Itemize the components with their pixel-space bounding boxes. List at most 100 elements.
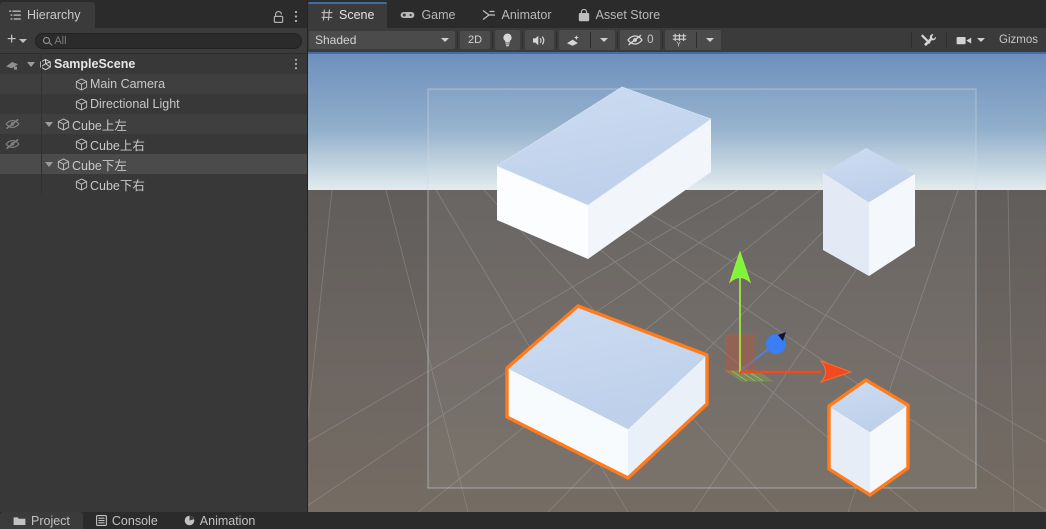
hierarchy-tree[interactable]: SampleScene Main Camera Directional Light C…: [0, 54, 307, 529]
hierarchy-item-label: Cube下右: [90, 178, 145, 193]
scene-render: [308, 54, 1046, 512]
tab-animator[interactable]: Animator: [469, 2, 565, 28]
tools-icon: [921, 33, 937, 48]
toggle-2d-button[interactable]: 2D: [460, 31, 491, 49]
scene-viewport[interactable]: [308, 54, 1046, 512]
draw-mode-dropdown[interactable]: Shaded: [309, 31, 455, 49]
cube-lower-right-box: [827, 378, 910, 497]
audio-toggle-button[interactable]: [525, 30, 555, 50]
hierarchy-row-5[interactable]: Cube下左: [0, 154, 307, 174]
dock-tab-label: Project: [31, 513, 70, 528]
lightbulb-icon: [502, 33, 513, 47]
scene-toolbar-spacer: [721, 31, 910, 49]
search-placeholder: All: [54, 34, 67, 47]
create-object-button[interactable]: +: [5, 31, 17, 50]
tab-scene[interactable]: Scene: [308, 2, 388, 28]
hidden-objects-button[interactable]: 0: [620, 30, 661, 50]
visibility-gutter: [0, 74, 24, 94]
visibility-gutter: [0, 174, 24, 194]
hierarchy-gutter-divider: [41, 154, 42, 174]
dock-tab-console[interactable]: Console: [83, 512, 171, 529]
chevron-down-icon: [600, 38, 609, 42]
hierarchy-row-0[interactable]: SampleScene: [0, 54, 307, 74]
hierarchy-gutter-divider: [41, 94, 42, 114]
scene-visibility-icon: [0, 54, 24, 74]
toolbar-divider: [590, 32, 592, 48]
animator-icon: [482, 9, 496, 21]
expand-arrow-icon[interactable]: [24, 61, 37, 67]
toolbar-divider: [662, 32, 664, 48]
gameobject-cube-icon: [73, 177, 90, 191]
hierarchy-gutter-divider: [41, 74, 42, 94]
scene-panel: Scene Game Animator Asset Store Shaded 2D: [308, 0, 1046, 529]
svg-text:Y: Y: [677, 42, 682, 47]
toolbar-divider: [457, 32, 458, 48]
effects-toggle-button[interactable]: [559, 30, 588, 50]
hierarchy-row-3[interactable]: Cube上左: [0, 114, 307, 134]
gameobject-cube-icon: [55, 117, 72, 131]
scene-camera-icon: [956, 35, 972, 46]
lighting-toggle-button[interactable]: [495, 30, 521, 50]
effects-dropdown-button[interactable]: [593, 30, 615, 50]
scene-grid-icon: [321, 9, 333, 21]
search-input[interactable]: All: [35, 32, 302, 49]
toolbar-divider: [911, 32, 913, 48]
visibility-toggle-icon[interactable]: [0, 134, 24, 154]
toolbar-divider: [556, 32, 558, 48]
tab-label: Animator: [501, 8, 552, 22]
hierarchy-item-label: Directional Light: [90, 97, 180, 111]
grid-snapping-group[interactable]: Y: [665, 30, 722, 50]
tab-label: Scene: [339, 8, 375, 22]
toolbar-divider: [946, 32, 948, 48]
scene-toolbar: Shaded 2D 0 Y Gizmos: [308, 28, 1046, 54]
toolbar-divider: [696, 32, 698, 48]
tab-asset-store[interactable]: Asset Store: [565, 2, 674, 28]
hierarchy-gutter-divider: [41, 114, 42, 134]
grid-axis-y-icon: Y: [672, 33, 687, 47]
dock-tab-project[interactable]: Project: [0, 512, 83, 529]
toolbar-divider: [492, 32, 494, 48]
grid-dropdown-button[interactable]: [699, 30, 721, 50]
grid-axis-y-button[interactable]: Y: [665, 30, 694, 50]
store-bag-icon: [578, 8, 590, 22]
expand-arrow-icon[interactable]: [42, 161, 55, 167]
audio-speaker-icon: [532, 34, 547, 47]
hierarchy-item-label: Main Camera: [90, 77, 166, 91]
draw-mode-label: Shaded: [315, 33, 357, 47]
chevron-down-icon: [706, 38, 715, 42]
gizmos-label: Gizmos: [999, 34, 1038, 46]
expand-arrow-icon[interactable]: [42, 121, 55, 127]
visibility-toggle-icon[interactable]: [0, 114, 24, 134]
effects-toggle-group[interactable]: [559, 30, 616, 50]
tab-hierarchy[interactable]: Hierarchy: [0, 2, 95, 28]
dock-tab-animation[interactable]: Animation: [171, 512, 269, 529]
dock-tab-label: Console: [111, 513, 158, 528]
hierarchy-item-label: Cube上右: [90, 138, 145, 153]
hierarchy-row-4[interactable]: Cube上右: [0, 134, 307, 154]
gameobject-cube-icon: [73, 77, 90, 91]
hidden-objects-count: 0: [647, 34, 654, 46]
toolbar-divider: [617, 32, 619, 48]
tab-hierarchy-label: Hierarchy: [27, 8, 81, 22]
hierarchy-list-icon: [9, 10, 21, 21]
gameobject-cube-icon: [73, 137, 90, 151]
hierarchy-row-1[interactable]: Main Camera: [0, 74, 307, 94]
scene-camera-button[interactable]: [949, 30, 992, 50]
hierarchy-row-2[interactable]: Directional Light: [0, 94, 307, 114]
gizmos-button[interactable]: Gizmos: [992, 30, 1045, 50]
gameobject-cube-icon: [73, 97, 90, 111]
hierarchy-row-6[interactable]: Cube下右: [0, 174, 307, 194]
tab-game[interactable]: Game: [387, 2, 468, 28]
hierarchy-tab-bar: Hierarchy: [0, 0, 307, 28]
toolbar-divider: [522, 32, 524, 48]
dock-tab-label: Animation: [199, 513, 256, 528]
kebab-menu-icon[interactable]: [294, 10, 298, 23]
tab-label: Asset Store: [595, 8, 661, 22]
chevron-down-icon[interactable]: [19, 38, 28, 43]
eye-off-icon: [627, 34, 643, 46]
scene-tools-button[interactable]: [914, 30, 944, 50]
visibility-gutter: [0, 154, 24, 174]
hierarchy-item-label: SampleScene: [54, 57, 136, 71]
lock-icon[interactable]: [273, 10, 284, 23]
scene-kebab-menu-icon[interactable]: [294, 58, 298, 70]
